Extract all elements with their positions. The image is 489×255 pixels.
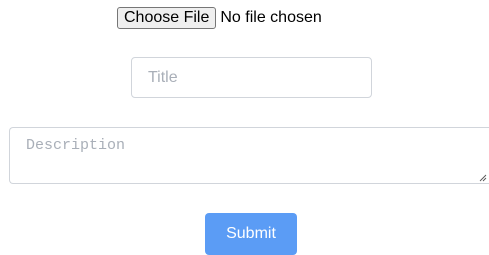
title-input[interactable] <box>131 57 372 98</box>
description-textarea[interactable] <box>9 127 489 184</box>
file-status-text: No file chosen <box>220 9 322 26</box>
resize-handle-icon[interactable] <box>479 174 487 182</box>
upload-form: Choose File No file chosen Submit <box>0 0 489 255</box>
submit-button[interactable]: Submit <box>205 213 297 255</box>
file-input[interactable]: Choose File No file chosen <box>117 6 322 30</box>
choose-file-button[interactable]: Choose File <box>117 7 217 29</box>
